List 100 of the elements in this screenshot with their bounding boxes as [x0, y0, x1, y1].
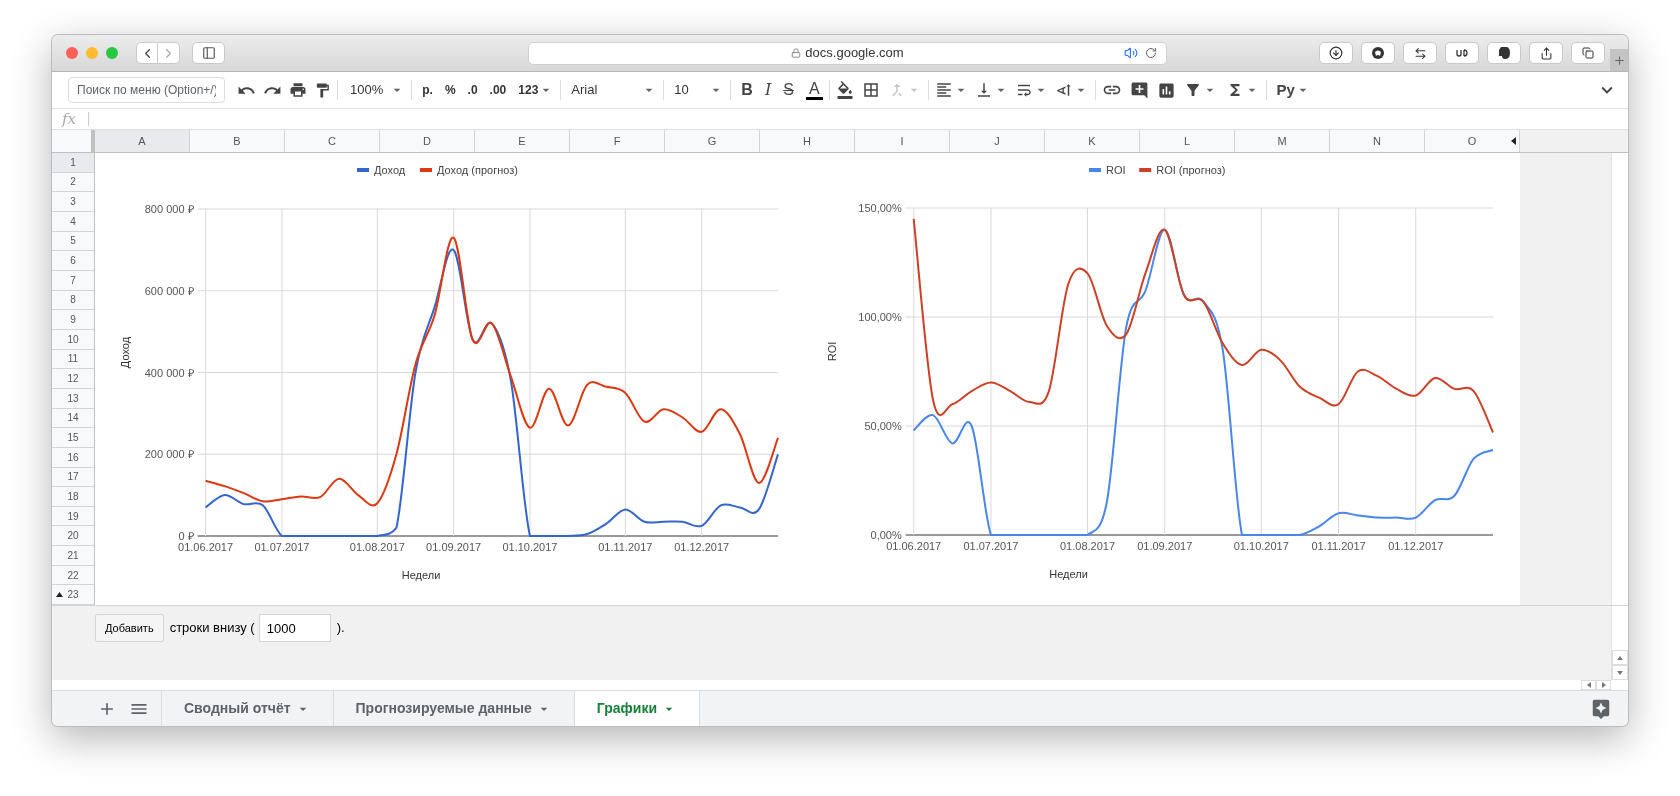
- download-button[interactable]: [1319, 42, 1353, 64]
- font-dropdown[interactable]: Arial: [571, 80, 658, 100]
- input-tools-dropdown[interactable]: Ру: [1276, 78, 1311, 102]
- row-header[interactable]: 22: [52, 565, 94, 586]
- scroll-left-button[interactable]: [1581, 680, 1596, 690]
- zoom-dropdown[interactable]: 100%: [350, 80, 406, 100]
- row-count-field[interactable]: 1000: [258, 614, 331, 642]
- column-header[interactable]: B: [190, 130, 285, 152]
- axis-tick-label: 01.09.2017: [426, 541, 482, 553]
- column-header[interactable]: K: [1045, 130, 1140, 152]
- extension-button[interactable]: [1487, 42, 1521, 64]
- row-header[interactable]: 16: [52, 447, 94, 468]
- column-header[interactable]: H: [760, 130, 855, 152]
- comment-icon[interactable]: [1129, 80, 1149, 100]
- address-bar[interactable]: docs.google.com: [528, 41, 1167, 65]
- column-header[interactable]: A: [95, 130, 190, 152]
- paint-format-icon[interactable]: [314, 81, 331, 99]
- collapse-arrow-icon: [56, 592, 63, 598]
- decrease-decimals-button[interactable]: .0: [467, 81, 478, 99]
- extension-button[interactable]: [1445, 42, 1479, 64]
- row-header[interactable]: 6: [52, 251, 94, 271]
- chart-icon[interactable]: [1156, 80, 1176, 100]
- column-header[interactable]: J: [950, 130, 1045, 152]
- share-button[interactable]: [1529, 42, 1563, 64]
- tabs-button[interactable]: [1571, 42, 1605, 64]
- sheet-tab[interactable]: Графики: [574, 691, 701, 726]
- row-header[interactable]: 7: [52, 270, 94, 291]
- download-icon: [1329, 46, 1343, 60]
- borders-icon[interactable]: [861, 81, 880, 99]
- vertical-scrollbar[interactable]: [1611, 606, 1628, 680]
- row-header[interactable]: 1: [52, 153, 94, 173]
- number-format-dropdown[interactable]: 123: [518, 81, 555, 99]
- add-rows-suffix: ).: [336, 619, 345, 637]
- row-header[interactable]: 4: [52, 211, 94, 232]
- sheet-tab[interactable]: Сводный отчёт: [162, 691, 334, 726]
- column-header[interactable]: N: [1330, 130, 1425, 152]
- column-header[interactable]: O: [1425, 130, 1520, 152]
- new-tab-button[interactable]: [1610, 49, 1628, 71]
- row-header[interactable]: 12: [52, 369, 94, 389]
- tabs-icon: [1582, 47, 1594, 59]
- scroll-down-button[interactable]: [1612, 665, 1628, 680]
- column-header[interactable]: L: [1140, 130, 1235, 152]
- row-header[interactable]: 13: [52, 388, 94, 409]
- column-header[interactable]: M: [1235, 130, 1330, 152]
- currency-format-button[interactable]: р.: [422, 81, 433, 99]
- fill-color-icon[interactable]: [835, 81, 854, 99]
- row-header[interactable]: 11: [52, 349, 94, 370]
- italic-button[interactable]: I: [764, 78, 772, 102]
- row-header[interactable]: 9: [52, 310, 94, 330]
- axis-tick-label: 800 000 ₽: [144, 203, 194, 215]
- horizontal-scrollbar[interactable]: [52, 680, 1628, 690]
- bold-button[interactable]: B: [741, 78, 753, 102]
- increase-decimals-button[interactable]: .00: [489, 81, 507, 99]
- axis-tick-label: 01.12.2017: [674, 541, 730, 553]
- percent-format-button[interactable]: %: [444, 81, 456, 99]
- extension-icon: [1456, 49, 1468, 57]
- row-header[interactable]: 18: [52, 487, 94, 507]
- column-header[interactable]: C: [285, 130, 380, 152]
- column-header[interactable]: F: [570, 130, 665, 152]
- scroll-right-button[interactable]: [1596, 680, 1611, 690]
- switch-button[interactable]: [1403, 42, 1437, 64]
- print-icon[interactable]: [289, 81, 307, 99]
- column-header[interactable]: I: [855, 130, 950, 152]
- close-window-icon[interactable]: [66, 47, 78, 59]
- row-header[interactable]: 3: [52, 192, 94, 212]
- row-header[interactable]: 15: [52, 428, 94, 448]
- sheet-tab[interactable]: Прогнозируемые данные: [333, 691, 575, 726]
- row-header[interactable]: 10: [52, 329, 94, 350]
- row-header[interactable]: 8: [52, 290, 94, 311]
- row-header[interactable]: 2: [52, 172, 94, 193]
- column-header[interactable]: E: [475, 130, 570, 152]
- axis-tick-label: 200 000 ₽: [144, 448, 194, 461]
- text-color-button[interactable]: A: [805, 80, 823, 100]
- column-header[interactable]: G: [665, 130, 760, 152]
- lock-icon: [791, 48, 802, 58]
- column-header[interactable]: D: [380, 130, 475, 152]
- explore-icon[interactable]: [1590, 697, 1612, 720]
- row-header[interactable]: 20: [52, 526, 94, 547]
- axis-tick-label: 01.12.2017: [1388, 540, 1444, 552]
- align-left-icon[interactable]: [934, 81, 953, 99]
- vertical-scrollbar[interactable]: [1611, 153, 1628, 605]
- speaker-icon[interactable]: [1124, 46, 1138, 60]
- sidebar-button[interactable]: [192, 42, 225, 64]
- reload-icon[interactable]: [1145, 47, 1157, 59]
- row-header[interactable]: 17: [52, 467, 94, 488]
- axis-tick-label: 01.08.2017: [1060, 540, 1116, 552]
- row-header[interactable]: 14: [52, 408, 94, 429]
- axis-tick-label: 01.11.2017: [1311, 540, 1366, 552]
- strikethrough-button[interactable]: S: [783, 78, 794, 102]
- arrows-icon: [1413, 46, 1427, 60]
- share-icon: [1539, 46, 1553, 60]
- add-button[interactable]: Добавить: [95, 614, 164, 642]
- font-size-dropdown[interactable]: 10: [674, 80, 725, 100]
- row-header[interactable]: 21: [52, 546, 94, 566]
- back-button[interactable]: [136, 42, 158, 64]
- scroll-up-button[interactable]: [1612, 650, 1628, 665]
- row-header[interactable]: 19: [52, 506, 94, 527]
- extension-button[interactable]: [1361, 42, 1395, 64]
- text-rotation-icon[interactable]: [1054, 81, 1073, 99]
- row-header[interactable]: 5: [52, 231, 94, 252]
